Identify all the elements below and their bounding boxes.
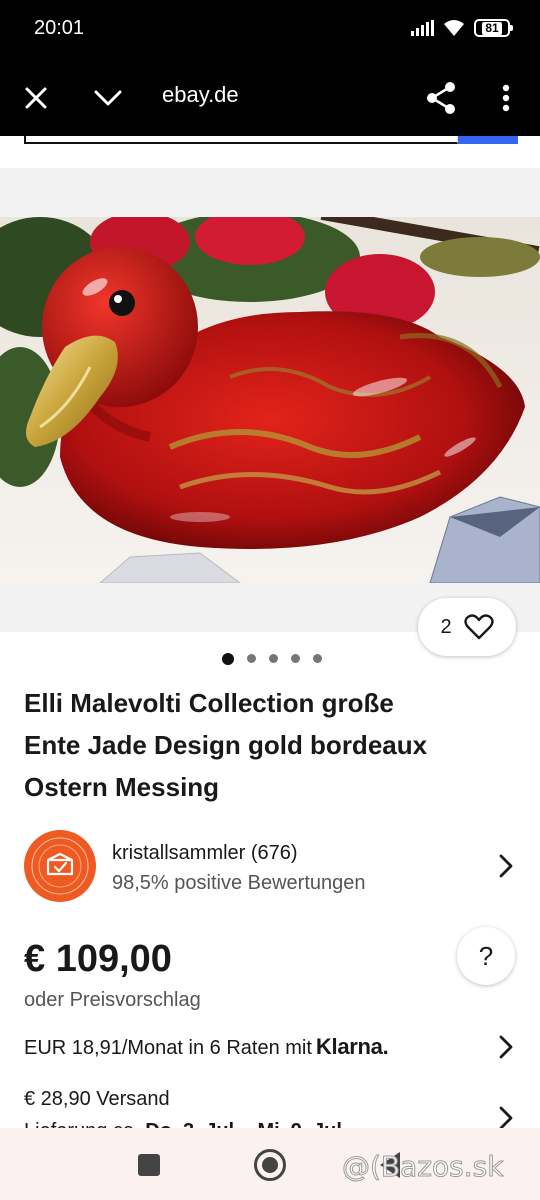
pagination-dot[interactable] [291,654,300,663]
close-tab-button[interactable] [16,78,56,118]
product-photo[interactable] [0,217,540,583]
more-vert-icon [502,84,510,112]
status-icons: 81 [411,18,513,38]
pagination-dot[interactable] [222,652,234,665]
seller-avatar [24,830,96,902]
listing-title: Elli Malevolti Collection große Ente Jad… [24,682,520,808]
more-options-button[interactable] [486,78,526,118]
seller-rating: 98,5% positive Bewertungen [112,872,366,894]
status-time: 20:01 [34,17,85,39]
klarna-installments[interactable]: EUR 18,91/Monat in 6 Raten mit Klarna. [24,1034,520,1064]
close-icon [25,87,47,109]
klarna-logo: Klarna. [315,1034,389,1059]
share-button[interactable] [421,78,461,118]
battery-icon: 81 [474,19,513,37]
watermark: @(Bazos.sk [341,1150,504,1184]
help-icon: ? [478,940,494,971]
search-button[interactable] [458,136,518,144]
klarna-text: EUR 18,91/Monat in 6 Raten mit [24,1037,312,1059]
minimize-button[interactable] [88,78,128,118]
heart-icon [463,614,494,640]
seller-badge-logo [31,837,89,895]
recents-button[interactable] [138,1154,160,1176]
pagination-dot[interactable] [313,654,322,663]
chevron-right-icon[interactable] [496,854,516,878]
search-input[interactable] [24,136,458,144]
battery-level: 81 [482,21,502,35]
best-offer-text: oder Preisvorschlag [24,989,201,1011]
pagination-dot[interactable] [247,654,256,663]
pagination-dot[interactable] [269,654,278,663]
seller-info[interactable]: kristallsammler (676) 98,5% positive Bew… [24,830,520,902]
watch-count: 2 [440,615,452,638]
title-line: Ente Jade Design gold bordeaux [24,730,428,760]
title-line: Elli Malevolti Collection große [24,688,394,718]
signal-icon [411,20,434,36]
watch-button[interactable]: 2 [418,598,516,656]
home-icon [262,1157,278,1173]
wifi-icon [444,20,464,36]
status-bar: 20:01 81 [0,0,540,60]
share-icon [427,82,455,114]
title-line: Ostern Messing [24,772,220,802]
price: € 109,00 [24,938,172,980]
browser-toolbar: ebay.de [0,60,540,136]
chevron-right-icon[interactable] [496,1035,516,1059]
image-gallery[interactable] [0,168,540,632]
seller-name[interactable]: kristallsammler (676) [112,842,298,865]
chevron-right-icon[interactable] [496,1106,516,1130]
chevron-down-icon [94,90,122,106]
gallery-pagination [0,652,540,665]
home-button[interactable] [254,1149,286,1181]
shipping-cost: € 28,90 Versand [24,1088,170,1110]
url-text[interactable]: ebay.de [162,82,239,108]
duck-figurine-image [0,217,540,583]
help-button[interactable]: ? [457,927,515,985]
